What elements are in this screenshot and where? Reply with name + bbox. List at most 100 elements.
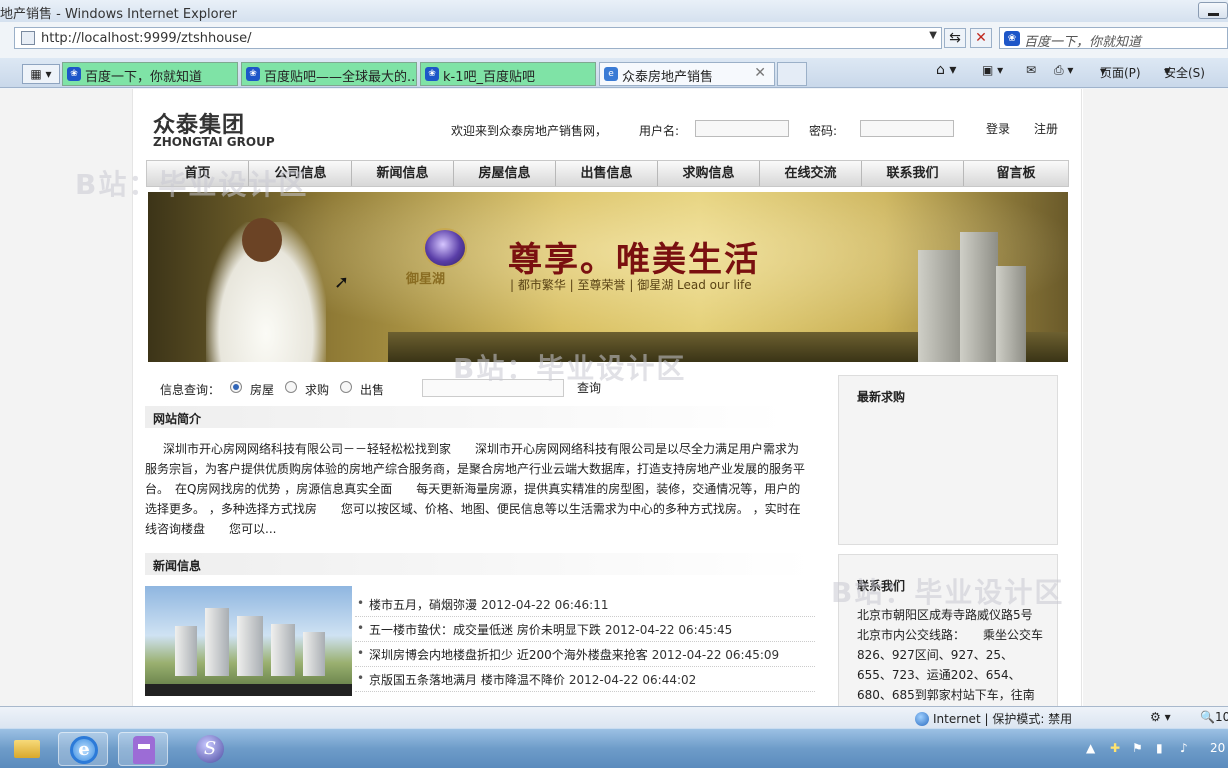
action-center-icon[interactable]: ⚑ — [1132, 741, 1143, 755]
baidu-paw-icon: ❀ — [246, 67, 260, 81]
globe-icon — [915, 712, 929, 726]
baidu-paw-icon: ❀ — [1004, 31, 1020, 46]
tab-tieba[interactable]: ❀ 百度贴吧——全球最大的... — [241, 62, 417, 86]
nav-sale[interactable]: 出售信息 — [556, 161, 658, 186]
feeds-icon[interactable]: ▣ ▾ — [982, 63, 1003, 77]
tray-app-icon[interactable]: ✚ — [1110, 741, 1120, 755]
site-page: 众泰集团 ZHONGTAI GROUP 欢迎来到众泰房地产销售网， 用户名: 密… — [75, 89, 1082, 706]
tab-label: 百度贴吧——全球最大的... — [264, 70, 417, 85]
tab-k1[interactable]: ❀ k-1吧_百度贴吧 — [420, 62, 596, 86]
quick-tabs-icon[interactable]: ▦ ▾ — [22, 64, 60, 84]
news-image-caption-bar — [145, 684, 352, 696]
watermark: B站：毕业设计区 — [75, 168, 309, 201]
tab-baidu[interactable]: ❀ 百度一下，你就知道 — [62, 62, 238, 86]
radio-wanted[interactable] — [285, 381, 297, 393]
list-item[interactable]: 楼市五月，硝烟弥漫2012-04-22 06:46:11 — [355, 592, 815, 617]
print-icon[interactable]: ⎙ ▾ — [1054, 63, 1073, 78]
banner-slogan: 尊享。唯美生活 — [508, 240, 760, 280]
nav-wanted[interactable]: 求购信息 — [658, 161, 760, 186]
username-label: 用户名: — [639, 124, 680, 138]
banner-tagline: | 都市繁华 | 至尊荣誉 | 御星湖 Lead our life — [510, 278, 752, 292]
list-item[interactable]: 深圳房博会内地楼盘折扣少 近200个海外楼盘来抢客2012-04-22 06:4… — [355, 642, 815, 667]
tab-label: k-1吧_百度贴吧 — [443, 70, 535, 85]
address-row: http://localhost:9999/ztshhouse/ ▼ ⇆ ✕ ❀… — [0, 26, 1228, 52]
tray-expand-icon[interactable]: ▲ — [1086, 741, 1095, 755]
address-dropdown-icon[interactable]: ▼ — [929, 30, 937, 41]
home-icon[interactable]: ⌂ ▾ — [936, 62, 956, 78]
latest-wanted-box: 最新求购 — [838, 375, 1058, 545]
nav-guestbook[interactable]: 留言板 — [965, 161, 1067, 186]
login-link[interactable]: 登录 — [986, 120, 1010, 137]
username-input[interactable] — [695, 120, 789, 137]
intro-heading: 网站简介 — [145, 406, 785, 428]
security-zone[interactable]: Internet | 保护模式: 禁用 — [915, 710, 1072, 727]
tab-zhongtai[interactable]: e 众泰房地产销售 ✕ — [599, 62, 775, 86]
address-url: http://localhost:9999/ztshhouse/ — [41, 31, 252, 46]
news-image-building — [175, 626, 197, 676]
hero-banner: 御星湖 尊享。唯美生活 | 都市繁华 | 至尊荣誉 | 御星湖 Lead our… — [148, 192, 1068, 362]
close-tab-icon[interactable]: ✕ — [754, 65, 766, 81]
nav-chat[interactable]: 在线交流 — [760, 161, 862, 186]
zone-settings-icon[interactable]: ⚙ ▾ — [1150, 710, 1171, 724]
radio-sale-label: 出售 — [360, 383, 385, 397]
folder-icon — [14, 740, 40, 758]
project-name: 御星湖 — [406, 272, 446, 287]
radio-houses[interactable] — [230, 381, 242, 393]
safety-menu[interactable]: 安全(S) ▾ — [1164, 64, 1205, 80]
browser-viewport: 众泰集团 ZHONGTAI GROUP 欢迎来到众泰房地产销售网， 用户名: 密… — [0, 89, 1228, 706]
tab-row: ▦ ▾ ❀ 百度一下，你就知道 ❀ 百度贴吧——全球最大的... ❀ k-1吧_… — [0, 58, 1228, 88]
eclipse-icon: S — [196, 735, 224, 763]
zoom-level[interactable]: 🔍10 — [1200, 710, 1228, 724]
news-date: 2012-04-22 06:45:45 — [604, 623, 733, 637]
news-date: 2012-04-22 06:46:11 — [481, 598, 609, 612]
news-title: 楼市五月，硝烟弥漫 — [369, 598, 478, 612]
list-item[interactable]: 五一楼市蛰伏：成交量低迷 房价未明显下跌2012-04-22 06:45:45 — [355, 617, 815, 642]
welcome-text: 欢迎来到众泰房地产销售网， — [451, 124, 608, 138]
news-title: 深圳房博会内地楼盘折扣少 近200个海外楼盘来抢客 — [369, 648, 648, 662]
robot-app-icon — [133, 736, 155, 764]
address-bar[interactable]: http://localhost:9999/ztshhouse/ ▼ — [14, 27, 942, 49]
eclipse-taskbar-button[interactable]: S — [185, 732, 235, 766]
nav-houses[interactable]: 房屋信息 — [454, 161, 556, 186]
baidu-paw-icon: ❀ — [425, 67, 439, 81]
refresh-icon[interactable]: ⇆ — [944, 28, 966, 48]
explorer-taskbar-button[interactable] — [0, 732, 50, 766]
latest-wanted-heading: 最新求购 — [857, 390, 906, 404]
baidu-paw-icon: ❀ — [67, 67, 81, 81]
news-heading: 新闻信息 — [145, 553, 813, 575]
page-menu[interactable]: 页面(P) ▾ — [1100, 64, 1141, 80]
logo-english: ZHONGTAI GROUP — [153, 135, 275, 149]
mail-icon[interactable]: ✉ — [1026, 63, 1036, 77]
network-icon[interactable]: ▮ — [1156, 741, 1163, 755]
register-link[interactable]: 注册 — [1034, 120, 1058, 137]
status-bar: Internet | 保护模式: 禁用 ⚙ ▾ 🔍10 — [0, 706, 1228, 728]
nav-news[interactable]: 新闻信息 — [352, 161, 454, 186]
search-input[interactable]: ❀ 百度一下，你就知道 — [999, 27, 1228, 50]
watermark: B站：毕业设计区 — [831, 576, 1065, 609]
stop-icon[interactable]: ✕ — [970, 28, 992, 48]
password-label: 密码: — [809, 124, 838, 138]
query-label: 信息查询： — [160, 383, 221, 397]
search-placeholder: 百度一下，你就知道 — [1024, 35, 1142, 50]
new-tab-button[interactable] — [777, 62, 807, 86]
banner-bride-hair — [242, 218, 282, 262]
intro-text: 深圳市开心房网网络科技有限公司－－轻轻松松找到家 深圳市开心房网网络科技有限公司… — [145, 442, 806, 536]
radio-houses-label: 房屋 — [250, 383, 275, 397]
volume-icon[interactable]: ♪ — [1180, 741, 1188, 755]
news-image[interactable] — [145, 586, 352, 696]
site-logo[interactable]: 众泰集团 ZHONGTAI GROUP — [153, 107, 275, 149]
mouse-cursor-icon: ➚ — [334, 272, 350, 293]
list-item[interactable]: 京版国五条落地满月 楼市降温不降价2012-04-22 06:44:02 — [355, 667, 815, 692]
news-title: 五一楼市蛰伏：成交量低迷 房价未明显下跌 — [369, 623, 601, 637]
news-image-building — [205, 608, 229, 676]
page-icon — [21, 31, 35, 45]
app-taskbar-button[interactable] — [118, 732, 168, 766]
news-image-building — [237, 616, 263, 676]
radio-sale[interactable] — [340, 381, 352, 393]
minimize-button[interactable] — [1198, 2, 1228, 19]
clock[interactable]: 20 — [1210, 741, 1225, 755]
password-input[interactable] — [860, 120, 954, 137]
internet-explorer-icon: e — [70, 736, 98, 764]
ie-taskbar-button[interactable]: e — [58, 732, 108, 766]
nav-contact[interactable]: 联系我们 — [862, 161, 964, 186]
